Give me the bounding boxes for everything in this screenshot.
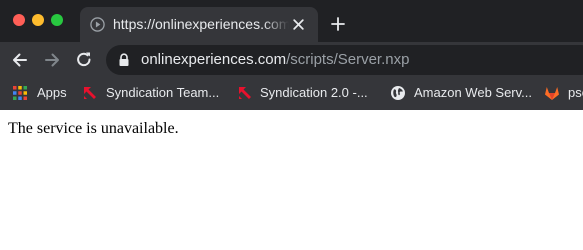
globe-icon (391, 86, 405, 100)
url-text[interactable]: onlinexperiences.com/scripts/Server.nxp (141, 51, 409, 68)
minimize-window-button[interactable] (32, 14, 44, 26)
bookmark-amazon-web-services[interactable]: Amazon Web Serv... (388, 78, 536, 108)
browser-window-chrome: https://onlinexperiences.com/scripts/Ser… (0, 0, 583, 110)
tab-strip: https://onlinexperiences.com/scripts/Ser… (0, 0, 583, 42)
close-window-button[interactable] (13, 14, 25, 26)
bookmark-label: Syndication 2.0 -... (260, 85, 368, 100)
play-circle-icon (90, 17, 105, 32)
maximize-window-button[interactable] (51, 14, 63, 26)
bookmark-gitlab[interactable]: pse (542, 78, 583, 108)
page-content: The service is unavailable. (0, 110, 583, 250)
browser-toolbar: onlinexperiences.com/scripts/Server.nxp (0, 42, 583, 78)
new-tab-plus-icon[interactable] (330, 16, 346, 32)
lock-icon[interactable] (118, 53, 130, 67)
bookmark-apps[interactable]: Apps (10, 78, 70, 108)
reload-icon[interactable] (74, 50, 94, 70)
forward-arrow-icon[interactable] (42, 50, 62, 70)
bookmark-label: Apps (37, 85, 67, 100)
bookmark-syndication-team[interactable]: Syndication Team... (80, 78, 230, 108)
url-host: onlinexperiences.com (141, 51, 287, 68)
bookmark-syndication-2[interactable]: Syndication 2.0 -... (235, 78, 380, 108)
back-arrow-icon[interactable] (10, 50, 30, 70)
tab-active[interactable]: https://onlinexperiences.com/scripts/Ser… (80, 7, 318, 42)
bookmark-label: Amazon Web Serv... (414, 85, 533, 100)
close-icon[interactable] (292, 18, 305, 31)
tab-title: https://onlinexperiences.com/scripts/Ser… (113, 16, 289, 32)
syndication-icon (84, 87, 96, 99)
error-message: The service is unavailable. (8, 120, 179, 137)
bookmark-label: Syndication Team... (106, 85, 220, 100)
url-path: /scripts/Server.nxp (286, 51, 410, 68)
address-bar[interactable]: onlinexperiences.com/scripts/Server.nxp (106, 45, 583, 75)
bookmark-label: pse (568, 85, 583, 100)
gitlab-icon (545, 87, 559, 100)
apps-grid-icon (13, 86, 27, 100)
syndication-icon (239, 87, 251, 99)
bookmarks-bar: Apps Syndication Team... Syndication 2.0… (0, 78, 583, 110)
